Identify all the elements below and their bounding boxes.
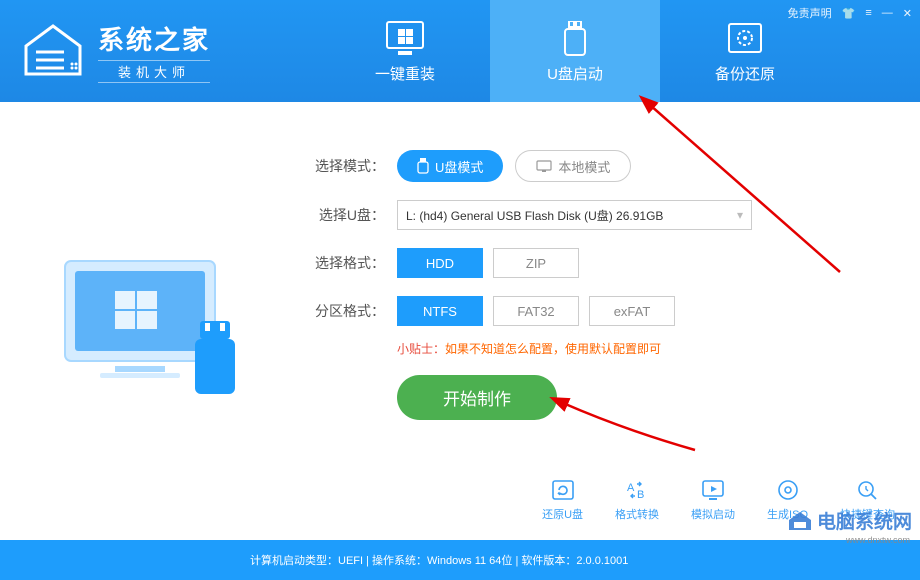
monitor-icon <box>384 19 426 57</box>
partition-exfat-button[interactable]: exFAT <box>589 296 675 326</box>
backup-icon <box>724 19 766 57</box>
partition-ntfs-button[interactable]: NTFS <box>397 296 483 326</box>
usb-select[interactable]: L: (hd4) General USB Flash Disk (U盘) 26.… <box>397 200 752 230</box>
config-form: 选择模式： U盘模式 本地模式 选择U盘： L: (hd4) General U… <box>310 102 920 540</box>
restore-icon <box>550 478 576 502</box>
tab-reinstall[interactable]: 一键重装 <box>320 0 490 102</box>
watermark: 电脑系统网 www.dnxtw.com <box>787 507 912 534</box>
close-icon[interactable]: ✕ <box>903 7 912 20</box>
logo-subtitle: 装机大师 <box>98 60 210 83</box>
partition-label: 分区格式： <box>310 301 385 321</box>
monitor-small-icon <box>536 160 552 172</box>
mode-local-button[interactable]: 本地模式 <box>515 150 631 182</box>
window-controls: 免责声明 👕 ≡ — ✕ <box>788 5 912 21</box>
declaration-link[interactable]: 免责声明 <box>788 5 832 21</box>
status-bar: 计算机启动类型：UEFI | 操作系统：Windows 11 64位 | 软件版… <box>0 540 920 580</box>
theme-icon[interactable]: 👕 <box>842 7 856 20</box>
format-zip-button[interactable]: ZIP <box>493 248 579 278</box>
menu-icon[interactable]: ≡ <box>865 7 871 19</box>
mode-usb-button[interactable]: U盘模式 <box>397 150 503 182</box>
logo-title: 系统之家 <box>98 20 210 57</box>
svg-text:A: A <box>627 482 635 494</box>
format-hdd-button[interactable]: HDD <box>397 248 483 278</box>
start-button[interactable]: 开始制作 <box>397 375 557 420</box>
main-content: 选择模式： U盘模式 本地模式 选择U盘： L: (hd4) General U… <box>0 102 920 540</box>
svg-text:B: B <box>637 489 644 501</box>
logo-icon <box>18 24 88 79</box>
tab-usb-boot[interactable]: U盘启动 <box>490 0 660 102</box>
tip-text: 小贴士：如果不知道怎么配置，使用默认配置即可 <box>397 340 920 357</box>
status-text: 计算机启动类型：UEFI | 操作系统：Windows 11 64位 | 软件版… <box>250 552 628 568</box>
tool-simulate-boot[interactable]: 模拟启动 <box>691 478 735 522</box>
illustration <box>0 102 310 540</box>
header: 系统之家 装机大师 一键重装 U盘启动 备份还原 免责声明 👕 ≡ — ✕ <box>0 0 920 102</box>
convert-icon: AB <box>624 478 650 502</box>
logo-area: 系统之家 装机大师 <box>0 20 300 83</box>
partition-fat32-button[interactable]: FAT32 <box>493 296 579 326</box>
usb-small-icon <box>417 158 429 174</box>
minimize-icon[interactable]: — <box>882 7 893 19</box>
usb-select-label: 选择U盘： <box>310 205 385 225</box>
chevron-down-icon: ▾ <box>737 208 743 222</box>
usb-icon <box>554 19 596 57</box>
format-label: 选择格式： <box>310 253 385 273</box>
iso-icon <box>775 478 801 502</box>
mode-label: 选择模式： <box>310 156 385 176</box>
tool-format-convert[interactable]: AB 格式转换 <box>615 478 659 522</box>
tool-restore-usb[interactable]: 还原U盘 <box>542 478 583 522</box>
hotkey-icon <box>855 478 881 502</box>
watermark-icon <box>787 510 813 532</box>
simulate-icon <box>700 478 726 502</box>
nav-tabs: 一键重装 U盘启动 备份还原 <box>320 0 830 102</box>
